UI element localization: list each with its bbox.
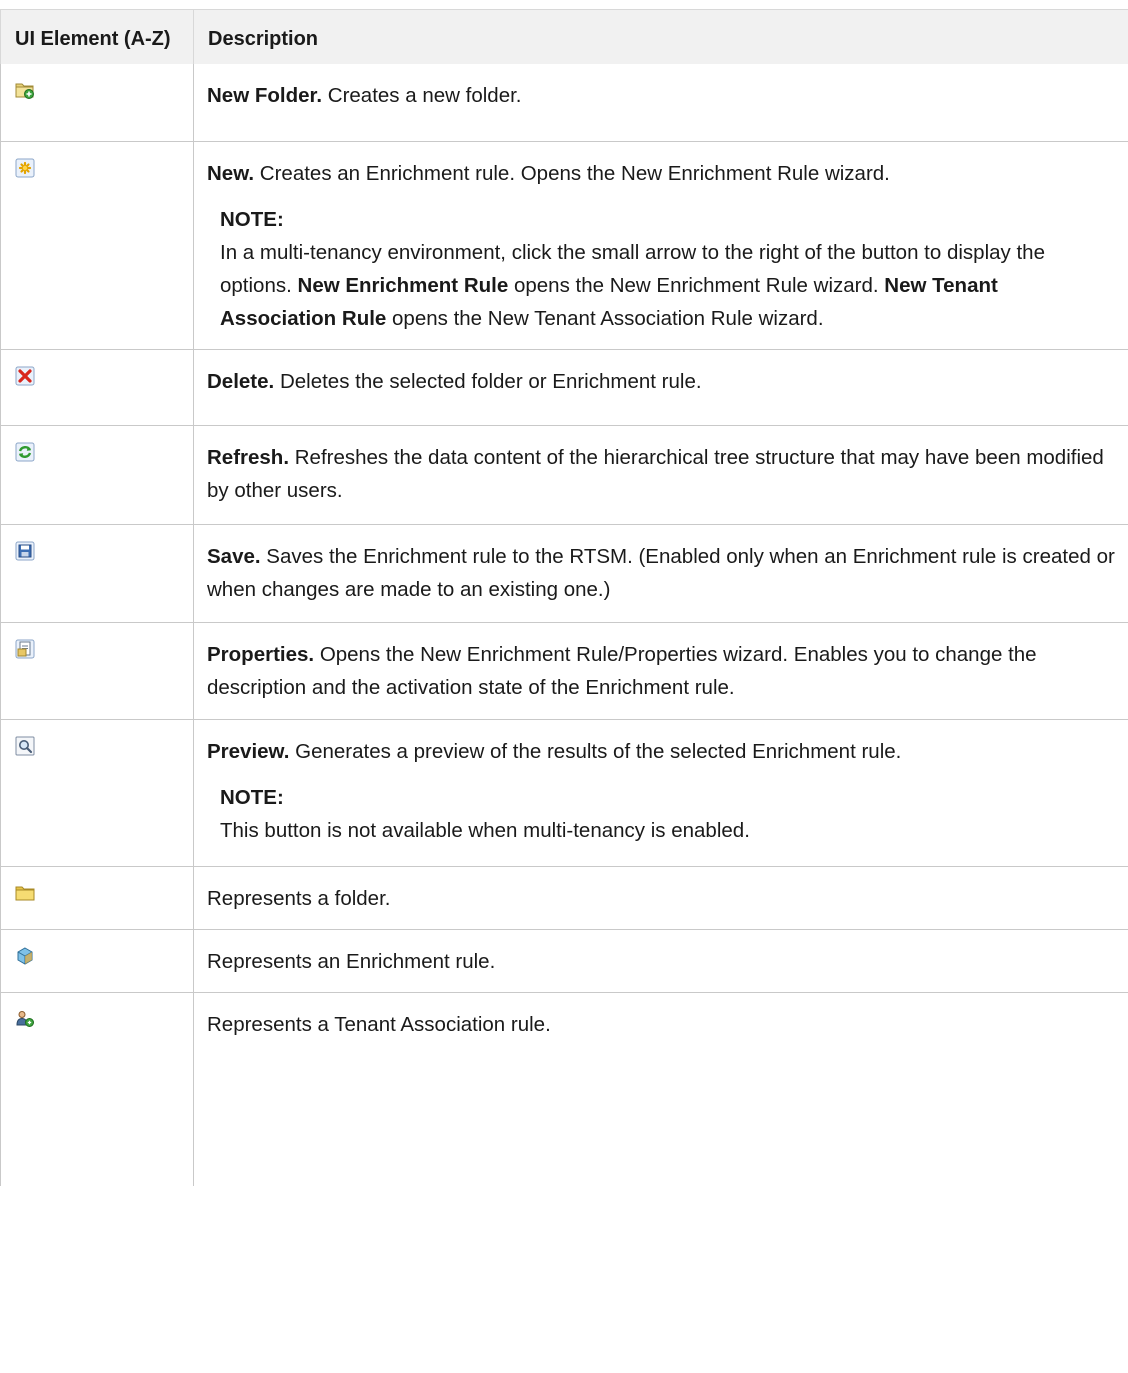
note-text: This button is not available when multi-… <box>220 818 750 842</box>
table-row: Preview. Generates a preview of the resu… <box>0 719 1128 867</box>
header-description: Description <box>193 9 1128 64</box>
description-cell: Represents an Enrichment rule. <box>193 929 1128 993</box>
description-cell: Preview. Generates a preview of the resu… <box>193 719 1128 867</box>
table-row: Delete. Deletes the selected folder or E… <box>0 349 1128 426</box>
description-cell: Properties. Opens the New Enrichment Rul… <box>193 622 1128 720</box>
icon-cell <box>0 524 194 623</box>
icon-cell <box>0 929 194 993</box>
delete-icon <box>15 366 35 385</box>
item-title: Refresh. <box>207 445 290 469</box>
item-title: New Folder. <box>207 84 323 107</box>
note-block: NOTE: In a multi-tenancy environment, cl… <box>220 203 1117 335</box>
table-row: Properties. Opens the New Enrichment Rul… <box>0 622 1128 720</box>
item-text: Deletes the selected folder or Enrichmen… <box>279 369 702 393</box>
description-cell: Represents a folder. <box>193 866 1128 930</box>
ui-elements-table: UI Element (A-Z) Description New Folder.… <box>0 9 1128 1186</box>
table-row: Save. Saves the Enrichment rule to the R… <box>0 524 1128 623</box>
item-text: Represents a Tenant Association rule. <box>207 1012 551 1036</box>
table-header-row: UI Element (A-Z) Description <box>0 9 1128 64</box>
description-cell: Save. Saves the Enrichment rule to the R… <box>193 524 1128 623</box>
table-row: Represents a Tenant Association rule. <box>0 992 1128 1186</box>
save-icon <box>15 541 35 560</box>
item-title: Save. <box>207 544 261 568</box>
table-row: New. Creates an Enrichment rule. Opens t… <box>0 141 1128 350</box>
icon-cell <box>0 425 194 525</box>
description-cell: Delete. Deletes the selected folder or E… <box>193 349 1128 426</box>
icon-cell <box>0 622 194 720</box>
item-text: Creates an Enrichment rule. Opens the Ne… <box>259 161 890 185</box>
note-block: NOTE: This button is not available when … <box>220 781 1117 847</box>
note-text: opens the New Tenant Association Rule wi… <box>392 306 824 330</box>
icon-cell <box>0 992 194 1186</box>
description-cell: Refresh. Refreshes the data content of t… <box>193 425 1128 525</box>
item-text: Opens the New Enrichment Rule/Properties… <box>207 642 1037 699</box>
table-row: Represents an Enrichment rule. <box>0 929 1128 993</box>
header-ui-element: UI Element (A-Z) <box>0 9 194 64</box>
table-row: Represents a folder. <box>0 866 1128 930</box>
item-text: Represents a folder. <box>207 886 391 910</box>
note-text: opens the New Enrichment Rule wizard. <box>513 273 879 297</box>
new-folder-icon <box>15 83 34 99</box>
icon-cell <box>0 349 194 426</box>
properties-icon <box>15 639 35 658</box>
description-cell: New Folder. Creates a new folder. <box>193 64 1128 142</box>
note-label: NOTE: <box>220 207 284 231</box>
description-cell: Represents a Tenant Association rule. <box>194 992 1128 1186</box>
tenant-association-rule-icon <box>16 1010 34 1027</box>
new-icon <box>15 158 35 177</box>
icon-cell <box>0 141 194 350</box>
enrichment-rule-icon <box>17 946 33 965</box>
icon-cell <box>0 719 194 867</box>
icon-cell <box>0 64 194 142</box>
refresh-icon <box>15 442 35 461</box>
preview-icon <box>15 736 35 755</box>
item-title: Preview. <box>207 739 290 763</box>
item-title: Properties. <box>207 642 315 666</box>
table-row: New Folder. Creates a new folder. <box>0 64 1128 142</box>
note-bold-term: New Enrichment Rule <box>297 273 509 297</box>
item-text: Refreshes the data content of the hierar… <box>207 445 1104 502</box>
item-title: New. <box>207 161 255 185</box>
folder-icon <box>15 886 35 900</box>
item-title: Delete. <box>207 369 275 393</box>
note-label: NOTE: <box>220 785 284 809</box>
item-text: Creates a new folder. <box>327 84 522 107</box>
table-row: Refresh. Refreshes the data content of t… <box>0 425 1128 525</box>
icon-cell <box>0 866 194 930</box>
item-text: Represents an Enrichment rule. <box>207 949 496 973</box>
description-cell: New. Creates an Enrichment rule. Opens t… <box>193 141 1128 350</box>
item-text: Generates a preview of the results of th… <box>295 739 902 763</box>
item-text: Saves the Enrichment rule to the RTSM. (… <box>207 544 1115 601</box>
